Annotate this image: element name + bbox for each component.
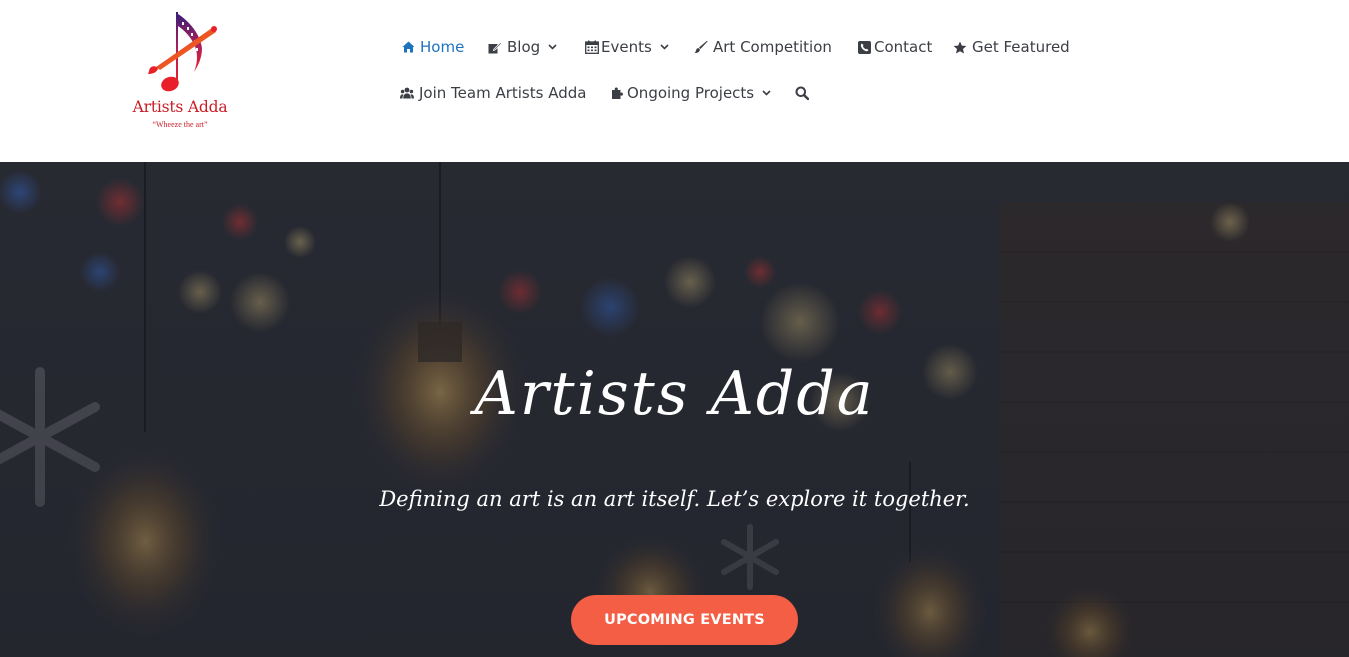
nav-search-button[interactable] xyxy=(795,83,814,103)
logo-name: Artists Adda xyxy=(132,98,228,116)
nav-label-join-team: Join Team Artists Adda xyxy=(419,84,587,102)
nav-item-join-team[interactable]: Join Team Artists Adda xyxy=(400,83,586,103)
puzzle-icon xyxy=(611,86,625,100)
calendar-icon xyxy=(585,40,599,54)
nav-label-contact: Contact xyxy=(874,38,933,56)
phone-icon xyxy=(857,40,871,54)
edit-icon xyxy=(488,40,502,54)
nav-item-ongoing-projects[interactable]: Ongoing Projects xyxy=(611,83,771,103)
nav-item-art-competition[interactable]: Art Competition xyxy=(694,37,832,57)
nav-label-get-featured: Get Featured xyxy=(972,38,1070,56)
nav-label-art-competition: Art Competition xyxy=(713,38,832,56)
star-icon xyxy=(953,40,967,54)
search-icon xyxy=(795,86,809,100)
hero-title: Artists Adda xyxy=(474,359,875,429)
chevron-down-icon xyxy=(660,43,669,52)
nav-label-events: Events xyxy=(601,38,652,56)
logo-tagline: “Wheeze the art” xyxy=(152,120,208,129)
home-icon xyxy=(401,40,415,54)
site-header: Artists Adda “Wheeze the art” Home Blog … xyxy=(0,0,1349,162)
nav-item-contact[interactable]: Contact xyxy=(857,37,932,57)
nav-item-blog[interactable]: Blog xyxy=(488,37,557,57)
nav-item-events[interactable]: Events xyxy=(585,37,669,57)
nav-item-get-featured[interactable]: Get Featured xyxy=(953,37,1070,57)
site-logo[interactable]: Artists Adda “Wheeze the art” xyxy=(128,8,232,134)
nav-label-home: Home xyxy=(420,38,465,56)
hero-section: Artists Adda Defining an art is an art i… xyxy=(0,162,1349,657)
nav-item-home[interactable]: Home xyxy=(401,37,464,57)
chevron-down-icon xyxy=(548,43,557,52)
paintbrush-icon xyxy=(694,40,708,54)
upcoming-events-button[interactable]: UPCOMING EVENTS xyxy=(571,595,798,645)
nav-label-blog: Blog xyxy=(507,38,541,56)
nav-label-ongoing-projects: Ongoing Projects xyxy=(627,84,755,102)
users-icon xyxy=(400,86,414,100)
chevron-down-icon xyxy=(762,89,771,98)
logo-emblem-icon xyxy=(148,12,217,92)
hero-subtitle: Defining an art is an art itself. Let’s … xyxy=(379,487,970,511)
